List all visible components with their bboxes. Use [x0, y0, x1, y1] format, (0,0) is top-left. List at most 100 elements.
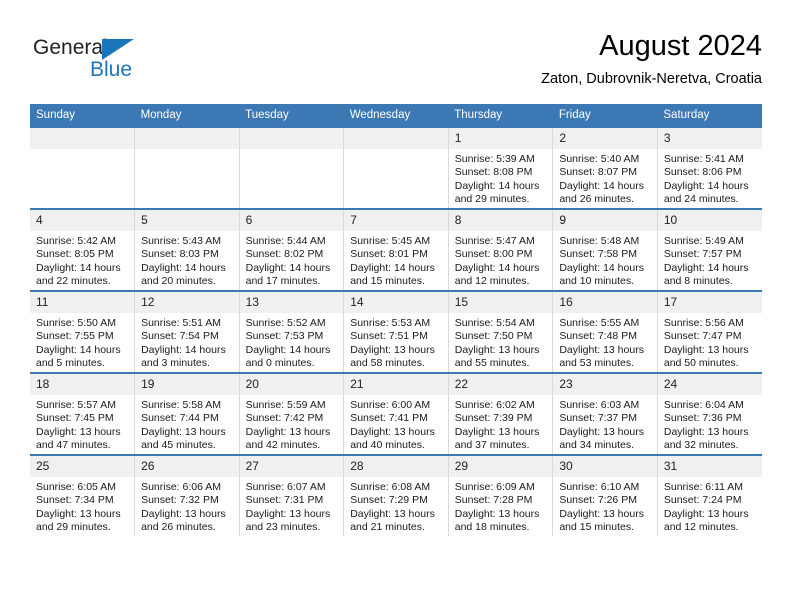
day-details: Sunrise: 5:50 AM Sunset: 7:55 PM Daylight:… — [30, 313, 134, 371]
daylight-duration-line1: Daylight: 14 hours — [663, 179, 749, 192]
sunset-time: Sunset: 7:48 PM — [559, 330, 637, 343]
daylight-duration-line1: Daylight: 13 hours — [559, 507, 644, 520]
sunrise-time: Sunrise: 5:56 AM — [663, 317, 744, 329]
calendar-day-cell[interactable]: 16 Sunrise: 5:55 AM Sunset: 7:48 PM Dayligh… — [552, 290, 658, 373]
calendar-day-cell[interactable]: 12 Sunrise: 5:51 AM Sunset: 7:54 PM Dayligh… — [134, 290, 240, 373]
sunrise-time: Sunrise: 6:09 AM — [454, 481, 535, 493]
calendar-day-cell[interactable]: 8 Sunrise: 5:47 AM Sunset: 8:00 PM Daylight… — [448, 208, 554, 291]
daylight-duration-line1: Daylight: 14 hours — [141, 261, 226, 274]
daylight-duration-line1: Daylight: 13 hours — [350, 507, 435, 520]
day-number — [344, 128, 448, 149]
daylight-duration-line1: Daylight: 13 hours — [559, 343, 644, 356]
page-title: August 2024 — [599, 30, 762, 62]
day-details: Sunrise: 5:52 AM Sunset: 7:53 PM Daylight:… — [240, 313, 344, 371]
day-number: 1 — [448, 128, 553, 149]
sunrise-time: Sunrise: 5:39 AM — [454, 153, 535, 165]
calendar-day-cell[interactable]: 14 Sunrise: 5:53 AM Sunset: 7:51 PM Dayligh… — [343, 290, 449, 373]
day-details: Sunrise: 5:44 AM Sunset: 8:02 PM Daylight:… — [240, 231, 344, 289]
sunrise-time: Sunrise: 5:45 AM — [350, 235, 431, 247]
day-details: Sunrise: 6:04 AM Sunset: 7:36 PM Daylight:… — [658, 395, 762, 453]
calendar-day-cell[interactable]: 26 Sunrise: 6:06 AM Sunset: 7:32 PM Dayligh… — [134, 454, 240, 536]
sunrise-time: Sunrise: 5:40 AM — [559, 153, 640, 165]
calendar-day-cell[interactable]: 6 Sunrise: 5:44 AM Sunset: 8:02 PM Daylight… — [239, 208, 345, 291]
daylight-duration-line2: and 23 minutes. — [245, 521, 321, 534]
calendar-day-cell[interactable]: 25 Sunrise: 6:05 AM Sunset: 7:34 PM Dayligh… — [30, 454, 136, 536]
day-number: 16 — [553, 292, 657, 313]
day-number: 7 — [344, 210, 448, 231]
daylight-duration-line2: and 26 minutes. — [141, 521, 216, 534]
daylight-duration-line1: Daylight: 14 hours — [454, 179, 540, 192]
calendar-day-cell[interactable]: 9 Sunrise: 5:48 AM Sunset: 7:58 PM Daylight… — [552, 208, 658, 291]
day-number: 22 — [448, 374, 553, 395]
day-number: 23 — [553, 374, 657, 395]
calendar-day-cell[interactable]: 23 Sunrise: 6:03 AM Sunset: 7:37 PM Dayligh… — [552, 372, 658, 455]
calendar-day-cell[interactable]: 24 Sunrise: 6:04 AM Sunset: 7:36 PM Dayligh… — [657, 372, 762, 455]
sunrise-time: Sunrise: 6:08 AM — [350, 481, 431, 493]
sunset-time: Sunset: 7:41 PM — [350, 412, 428, 425]
calendar-day-cell[interactable]: 28 Sunrise: 6:08 AM Sunset: 7:29 PM Dayligh… — [343, 454, 449, 536]
day-number: 26 — [135, 456, 239, 477]
sunrise-time: Sunrise: 5:53 AM — [350, 317, 431, 329]
page-subtitle: Zaton, Dubrovnik-Neretva, Croatia — [541, 71, 762, 87]
day-details: Sunrise: 6:03 AM Sunset: 7:37 PM Daylight:… — [553, 395, 657, 453]
day-details: Sunrise: 5:47 AM Sunset: 8:00 PM Daylight:… — [449, 231, 553, 289]
calendar-day-cell[interactable]: 31 Sunrise: 6:11 AM Sunset: 7:24 PM Dayligh… — [657, 454, 762, 536]
calendar-day-cell[interactable]: 13 Sunrise: 5:52 AM Sunset: 7:53 PM Dayligh… — [239, 290, 345, 373]
calendar-day-cell[interactable]: 29 Sunrise: 6:09 AM Sunset: 7:28 PM Dayligh… — [448, 454, 554, 536]
day-details: Sunrise: 5:40 AM Sunset: 8:07 PM Daylight:… — [553, 149, 657, 207]
day-number: 6 — [239, 210, 344, 231]
day-details: Sunrise: 5:41 AM Sunset: 8:06 PM Daylight:… — [658, 149, 762, 207]
calendar-day-cell[interactable]: 2 Sunrise: 5:40 AM Sunset: 8:07 PM Daylight… — [552, 126, 658, 209]
sunset-time: Sunset: 8:02 PM — [245, 248, 324, 261]
calendar-week-row: 11 Sunrise: 5:50 AM Sunset: 7:55 PM Dayligh… — [30, 290, 762, 373]
weekday-header-friday: Friday — [552, 104, 658, 127]
calendar-day-cell[interactable]: 21 Sunrise: 6:00 AM Sunset: 7:41 PM Dayligh… — [343, 372, 449, 455]
calendar-day-cell[interactable]: 1 Sunrise: 5:39 AM Sunset: 8:08 PM Daylight… — [448, 126, 554, 209]
calendar-day-cell[interactable]: 30 Sunrise: 6:10 AM Sunset: 7:26 PM Dayligh… — [552, 454, 658, 536]
daylight-duration-line2: and 5 minutes. — [36, 357, 105, 370]
calendar-day-cell[interactable]: 19 Sunrise: 5:58 AM Sunset: 7:44 PM Dayligh… — [134, 372, 240, 455]
sunrise-time: Sunrise: 5:57 AM — [36, 399, 116, 411]
calendar-day-cell[interactable]: 7 Sunrise: 5:45 AM Sunset: 8:01 PM Daylight… — [343, 208, 449, 291]
daylight-duration-line2: and 0 minutes. — [245, 357, 315, 370]
day-number: 2 — [553, 128, 657, 149]
title-block: August 2024 Zaton, Dubrovnik-Neretva, Cr… — [541, 28, 762, 89]
daylight-duration-line1: Daylight: 13 hours — [663, 425, 749, 438]
day-details: Sunrise: 5:57 AM Sunset: 7:45 PM Daylight:… — [30, 395, 134, 453]
daylight-duration-line1: Daylight: 13 hours — [245, 425, 331, 438]
calendar-day-cell[interactable]: 27 Sunrise: 6:07 AM Sunset: 7:31 PM Dayligh… — [239, 454, 345, 536]
daylight-duration-line2: and 42 minutes. — [245, 439, 321, 452]
daylight-duration-line1: Daylight: 13 hours — [454, 507, 540, 520]
calendar-day-cell[interactable]: 10 Sunrise: 5:49 AM Sunset: 7:57 PM Dayligh… — [657, 208, 762, 291]
day-number: 14 — [344, 292, 448, 313]
sunset-time: Sunset: 7:42 PM — [245, 412, 324, 425]
day-number: 28 — [344, 456, 448, 477]
daylight-duration-line1: Daylight: 14 hours — [350, 261, 435, 274]
calendar-day-cell[interactable]: 18 Sunrise: 5:57 AM Sunset: 7:45 PM Dayligh… — [30, 372, 136, 455]
day-number: 30 — [553, 456, 657, 477]
calendar-day-cell[interactable]: 15 Sunrise: 5:54 AM Sunset: 7:50 PM Dayligh… — [448, 290, 554, 373]
day-number: 8 — [448, 210, 553, 231]
calendar-day-cell[interactable]: 20 Sunrise: 5:59 AM Sunset: 7:42 PM Dayligh… — [239, 372, 345, 455]
daylight-duration-line2: and 21 minutes. — [350, 521, 425, 534]
daylight-duration-line1: Daylight: 13 hours — [141, 425, 226, 438]
daylight-duration-line2: and 58 minutes. — [350, 357, 425, 370]
general-blue-logo[interactable]: General Blue — [33, 36, 153, 84]
calendar-day-cell[interactable]: 11 Sunrise: 5:50 AM Sunset: 7:55 PM Dayligh… — [30, 290, 136, 373]
day-number: 27 — [239, 456, 344, 477]
calendar-day-cell[interactable]: 17 Sunrise: 5:56 AM Sunset: 7:47 PM Dayligh… — [657, 290, 762, 373]
calendar-day-cell[interactable]: 3 Sunrise: 5:41 AM Sunset: 8:06 PM Daylight… — [657, 126, 762, 209]
day-details: Sunrise: 6:00 AM Sunset: 7:41 PM Daylight:… — [344, 395, 448, 453]
calendar-day-cell[interactable]: 22 Sunrise: 6:02 AM Sunset: 7:39 PM Dayligh… — [448, 372, 554, 455]
weekday-header-saturday: Saturday — [657, 104, 762, 127]
calendar-day-cell-empty — [239, 126, 345, 209]
calendar-body: 1 Sunrise: 5:39 AM Sunset: 8:08 PM Daylight… — [30, 126, 762, 536]
day-number: 5 — [135, 210, 239, 231]
day-details: Sunrise: 5:55 AM Sunset: 7:48 PM Daylight:… — [553, 313, 657, 371]
day-details: Sunrise: 5:45 AM Sunset: 8:01 PM Daylight:… — [344, 231, 448, 289]
sunset-time: Sunset: 7:24 PM — [663, 494, 742, 507]
day-details: Sunrise: 6:07 AM Sunset: 7:31 PM Daylight:… — [240, 477, 344, 535]
calendar-day-cell[interactable]: 5 Sunrise: 5:43 AM Sunset: 8:03 PM Daylight… — [134, 208, 240, 291]
calendar-day-cell[interactable]: 4 Sunrise: 5:42 AM Sunset: 8:05 PM Daylight… — [30, 208, 136, 291]
day-details: Sunrise: 5:53 AM Sunset: 7:51 PM Daylight:… — [344, 313, 448, 371]
